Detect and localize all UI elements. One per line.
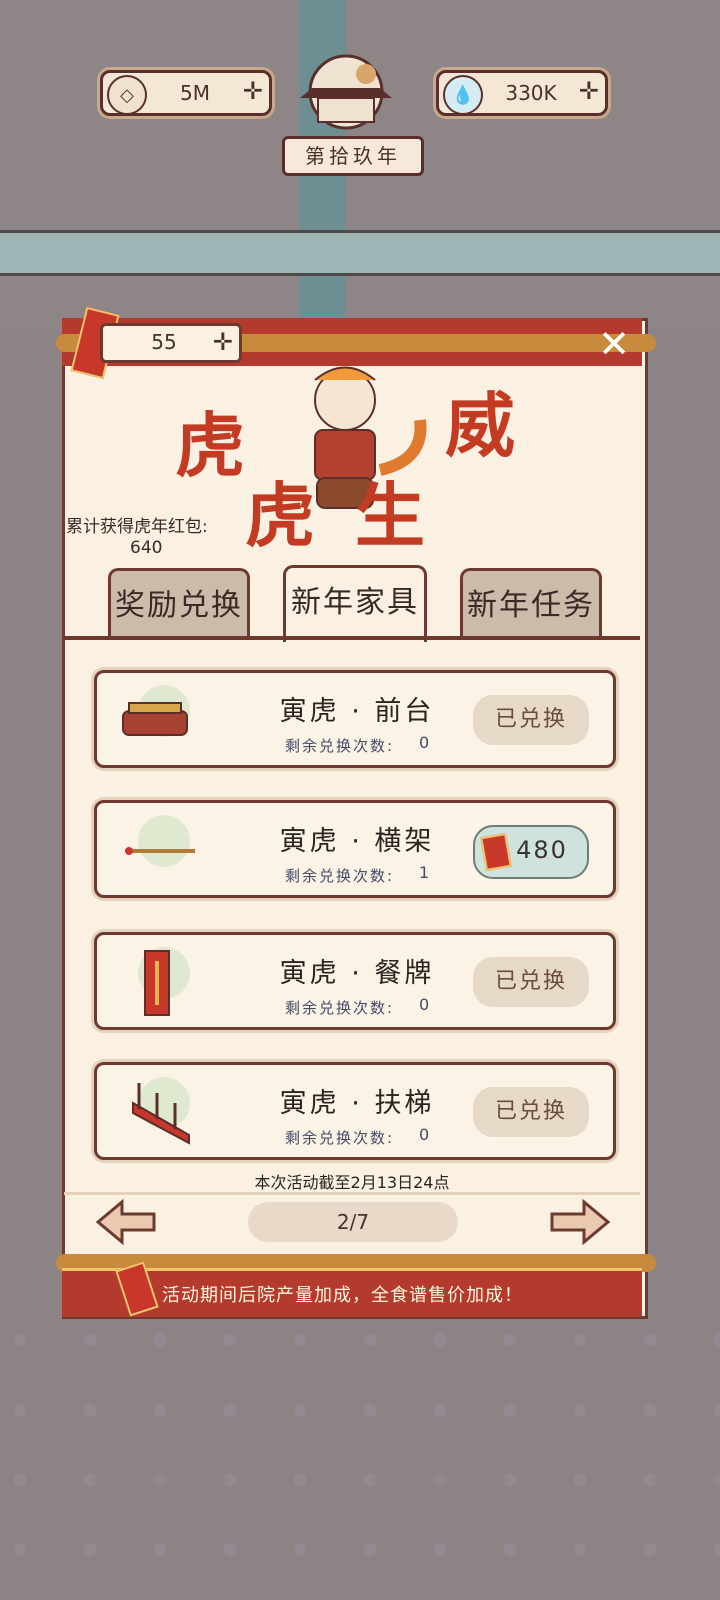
pavilion-emblem [300,54,392,130]
title-art-char-1: 虎 [175,404,245,487]
front-desk-icon [122,685,190,737]
water-counter[interactable]: 💧 330K ✛ [436,70,608,116]
floor-pattern [0,1320,720,1600]
tab-new-year-furniture[interactable]: 新年家具 [283,565,427,642]
accumulated-value: 640 [130,538,163,558]
item-card: 寅虎 · 横架 剩余兑换次数: 1 480 [94,800,616,898]
add-water-icon[interactable]: ✛ [579,77,599,105]
remaining-count: 0 [419,733,430,752]
title-art-char-2: 虎 [245,474,315,557]
title-art-char-3: 生 [355,474,425,557]
bonus-text: 活动期间后院产量加成，全食谱售价加成！ [162,1285,523,1306]
item-name: 寅虎 · 餐牌 [279,958,435,989]
tab-reward-exchange[interactable]: 奖励兑换 [108,568,250,637]
tab-new-year-tasks[interactable]: 新年任务 [460,568,602,637]
redeemed-button[interactable]: 已兑换 [473,1087,589,1137]
water-drop-icon: 💧 [443,75,483,115]
menu-sign-icon [138,947,190,1016]
remaining-label: 剩余兑换次数: [285,1129,395,1147]
red-envelope-icon [115,1261,159,1317]
title-art-char-4: 威 [445,384,515,467]
pager-divider [64,1192,640,1195]
remaining-label: 剩余兑换次数: [285,867,395,885]
item-card: 寅虎 · 扶梯 剩余兑换次数: 0 已兑换 [94,1062,616,1160]
next-page-arrow-icon[interactable] [548,1198,612,1246]
year-sign: 第拾玖年 [282,136,424,176]
item-card: 寅虎 · 前台 剩余兑换次数: 0 已兑换 [94,670,616,768]
redeemed-button[interactable]: 已兑换 [473,695,589,745]
prev-page-arrow-icon[interactable] [94,1198,158,1246]
item-name: 寅虎 · 前台 [279,696,435,727]
remaining-label: 剩余兑换次数: [285,737,395,755]
tiger-girl-title-art: 虎 虎 生 威 [175,366,515,557]
event-deadline: 本次活动截至2月13日24点 [254,1173,450,1192]
coin-icon: ◇ [107,75,147,115]
price-value: 480 [516,836,568,864]
item-name: 寅虎 · 横架 [279,826,435,857]
item-card: 寅虎 · 餐牌 剩余兑换次数: 0 已兑换 [94,932,616,1030]
remaining-label: 剩余兑换次数: [285,999,395,1017]
exchange-price-button[interactable]: 480 [473,825,589,879]
rack-icon [125,815,195,867]
accumulated-label: 累计获得虎年红包: [66,517,208,537]
water-value: 330K [505,81,557,105]
add-envelope-icon[interactable]: ✛ [213,328,233,356]
scene-decor-band [0,230,720,276]
envelope-counter[interactable]: 55 ✛ [100,323,242,363]
remaining-count: 0 [419,1125,430,1144]
remaining-count: 1 [419,863,430,882]
remaining-count: 0 [419,995,430,1014]
add-coins-icon[interactable]: ✛ [243,77,263,105]
bonus-ribbon: 活动期间后院产量加成，全食谱售价加成！ [62,1261,642,1317]
envelope-count: 55 [151,330,177,354]
staircase-icon [132,1077,190,1145]
tab-divider [64,636,640,640]
page-indicator: 2/7 [248,1202,458,1242]
redeemed-button[interactable]: 已兑换 [473,957,589,1007]
close-icon[interactable]: ✕ [594,325,634,363]
coin-value: 5M [180,81,210,105]
item-name: 寅虎 · 扶梯 [279,1088,435,1119]
coin-counter[interactable]: ◇ 5M ✛ [100,70,272,116]
red-envelope-icon [480,833,512,871]
